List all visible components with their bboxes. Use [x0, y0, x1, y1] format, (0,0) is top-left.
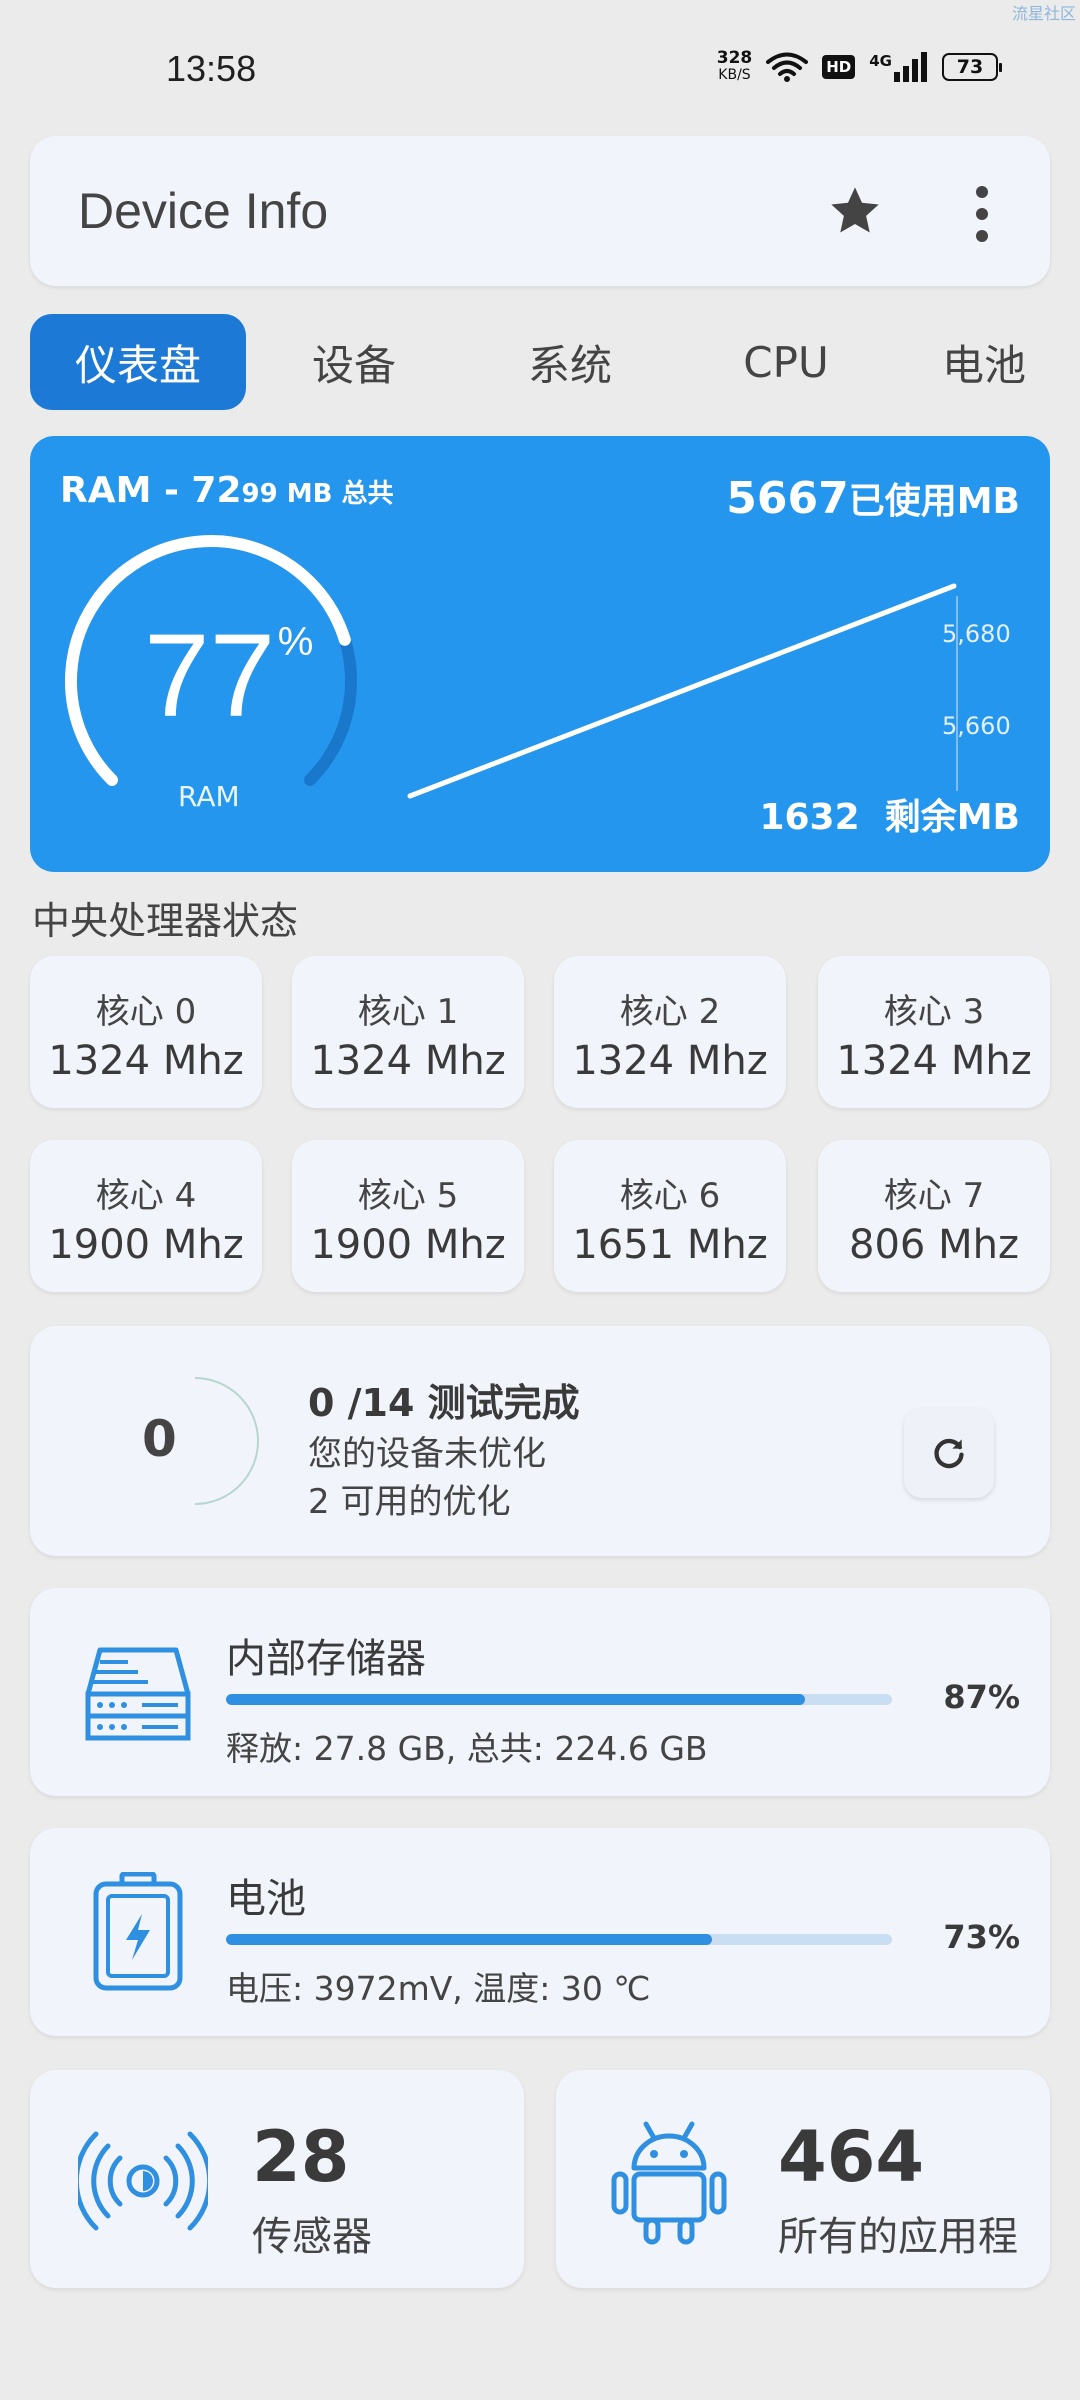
apps-count: 464	[778, 2116, 925, 2198]
cpu-core-5[interactable]: 核心 5 1900 Mhz	[292, 1140, 524, 1292]
star-icon[interactable]	[826, 182, 884, 240]
net-speed-unit: KB/S	[718, 67, 751, 83]
optimization-status: 您的设备未优化	[308, 1434, 546, 1474]
battery-indicator: 73	[942, 53, 1002, 81]
tab-dashboard[interactable]: 仪表盘	[30, 314, 246, 410]
battery-title: 电池	[226, 1876, 306, 1922]
ram-free-value: 1632	[759, 797, 860, 838]
battery-percent: 73%	[943, 1918, 1020, 1956]
apps-label: 所有的应用程	[778, 2214, 1018, 2260]
storage-card[interactable]: 内部存储器 87% 释放: 27.8 GB, 总共: 224.6 GB	[30, 1588, 1050, 1796]
battery-progress-track	[226, 1934, 892, 1945]
core-frequency: 1324 Mhz	[572, 1038, 768, 1084]
core-frequency: 806 Mhz	[849, 1222, 1019, 1268]
ram-used: 5667已使用MB	[726, 472, 1020, 524]
core-name: 核心 5	[357, 1176, 459, 1216]
core-frequency: 1900 Mhz	[310, 1222, 506, 1268]
gauge-label: RAM	[178, 780, 240, 813]
sensor-waves-icon	[78, 2131, 208, 2231]
battery-progress-fill	[226, 1934, 713, 1945]
hard-drive-icon	[85, 1647, 191, 1741]
ram-total: RAM - 7299 MB 总共	[60, 470, 394, 511]
storage-progress-track	[226, 1694, 892, 1705]
storage-progress-fill	[226, 1694, 806, 1705]
core-name: 核心 2	[619, 992, 721, 1032]
more-options-icon[interactable]	[976, 186, 990, 242]
refresh-icon	[934, 1438, 964, 1469]
cpu-core-7[interactable]: 核心 7 806 Mhz	[818, 1140, 1050, 1292]
core-frequency: 1324 Mhz	[836, 1038, 1032, 1084]
ram-total-prefix: RAM - 72	[60, 470, 242, 511]
wifi-icon	[766, 52, 809, 82]
cpu-section-title: 中央处理器状态	[32, 899, 299, 943]
storage-percent: 87%	[943, 1678, 1020, 1716]
optimization-title: 0 /14 测试完成	[308, 1381, 580, 1425]
optimization-card[interactable]: 0 0 /14 测试完成 您的设备未优化 2 可用的优化	[30, 1326, 1050, 1556]
optimization-available: 2 可用的优化	[308, 1482, 511, 1522]
cpu-core-1[interactable]: 核心 1 1324 Mhz	[292, 956, 524, 1108]
cell-signal: 4G	[869, 52, 928, 82]
battery-charging-icon	[93, 1872, 183, 1991]
watermark: 流星社区	[1011, 4, 1076, 23]
battery-detail: 电压: 3972mV, 温度: 30 ℃	[226, 1969, 651, 2008]
ram-free-label: 剩余MB	[884, 797, 1020, 838]
refresh-button[interactable]	[904, 1408, 994, 1498]
core-name: 核心 4	[95, 1176, 197, 1216]
ram-total-suffix: 99 MB 总共	[241, 479, 394, 509]
cpu-core-4[interactable]: 核心 4 1900 Mhz	[30, 1140, 262, 1292]
tab-bar: 仪表盘 设备 系统 CPU 电池	[30, 314, 1080, 410]
network-type: 4G	[869, 52, 892, 70]
optimization-count: 0	[142, 1410, 177, 1468]
battery-level: 73	[956, 56, 984, 78]
core-name: 核心 6	[619, 1176, 721, 1216]
tab-device[interactable]: 设备	[246, 314, 462, 410]
chart-tick-upper: 5,680	[942, 620, 1011, 648]
ram-usage-line	[407, 583, 957, 799]
core-frequency: 1651 Mhz	[572, 1222, 768, 1268]
app-title: Device Info	[78, 183, 329, 239]
tab-system[interactable]: 系统	[462, 314, 678, 410]
tab-cpu[interactable]: CPU	[678, 314, 894, 410]
storage-title: 内部存储器	[226, 1636, 426, 1682]
sensors-label: 传感器	[252, 2214, 372, 2260]
storage-detail: 释放: 27.8 GB, 总共: 224.6 GB	[226, 1729, 708, 1768]
sensors-tile[interactable]: 28 传感器	[30, 2070, 524, 2288]
sensors-count: 28	[252, 2116, 350, 2198]
ram-used-value: 5667	[726, 473, 849, 524]
apps-tile[interactable]: 464 所有的应用程	[556, 2070, 1050, 2288]
status-time: 13:58	[166, 48, 257, 89]
signal-bars-icon	[894, 52, 927, 82]
ram-percent: 77%	[144, 608, 313, 744]
app-bar: Device Info	[30, 136, 1050, 286]
core-name: 核心 0	[95, 992, 197, 1032]
ram-used-label: 已使用MB	[848, 481, 1020, 522]
core-frequency: 1324 Mhz	[48, 1038, 244, 1084]
core-name: 核心 1	[357, 992, 459, 1032]
hd-badge: HD	[822, 55, 856, 79]
core-name: 核心 3	[883, 992, 985, 1032]
android-icon	[611, 2121, 727, 2245]
ram-percent-sign: %	[277, 620, 314, 664]
status-icons: 328 KB/S HD 4G 73	[717, 50, 1002, 84]
core-frequency: 1324 Mhz	[310, 1038, 506, 1084]
cpu-core-6[interactable]: 核心 6 1651 Mhz	[554, 1140, 786, 1292]
core-frequency: 1900 Mhz	[48, 1222, 244, 1268]
net-speed: 328 KB/S	[717, 50, 753, 84]
core-name: 核心 7	[883, 1176, 985, 1216]
ram-free: 1632 剩余MB	[759, 788, 1020, 840]
ram-percent-value: 77	[144, 610, 276, 742]
cpu-core-2[interactable]: 核心 2 1324 Mhz	[554, 956, 786, 1108]
battery-card[interactable]: 电池 73% 电压: 3972mV, 温度: 30 ℃	[30, 1828, 1050, 2036]
ram-card[interactable]: RAM - 7299 MB 总共 5667已使用MB 77% RAM 5,680…	[30, 436, 1050, 872]
cpu-core-0[interactable]: 核心 0 1324 Mhz	[30, 956, 262, 1108]
tab-battery[interactable]: 电池	[894, 314, 1074, 410]
net-speed-value: 328	[716, 48, 753, 68]
cpu-core-3[interactable]: 核心 3 1324 Mhz	[818, 956, 1050, 1108]
chart-tick-lower: 5,660	[942, 712, 1011, 740]
